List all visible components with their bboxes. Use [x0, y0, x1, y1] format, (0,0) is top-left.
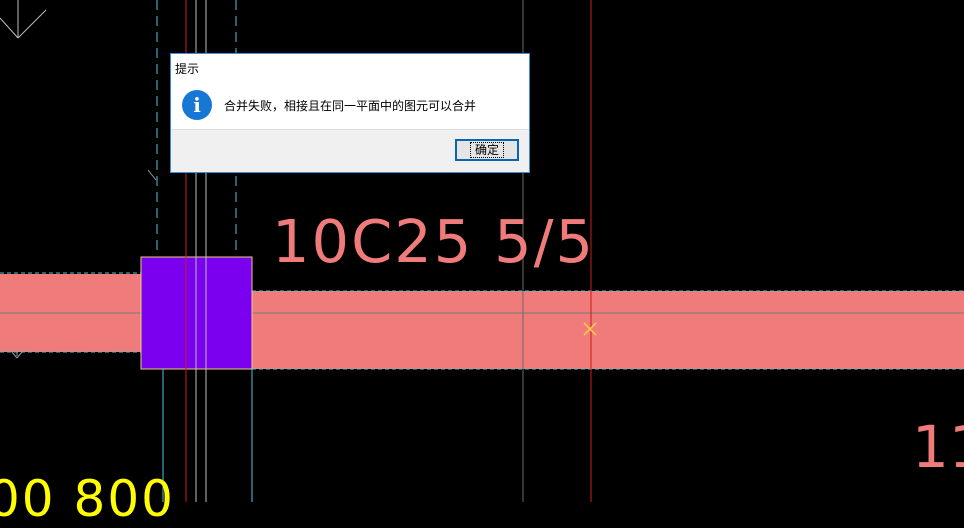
- dimension-text-right[interactable]: 11: [912, 418, 964, 476]
- dialog-title: 提示: [175, 62, 200, 76]
- arrow-marker: [0, 0, 47, 39]
- message-dialog: 提示 i 合并失败，相接且在同一平面中的图元可以合并 确定: [170, 53, 530, 173]
- dialog-message: 合并失败，相接且在同一平面中的图元可以合并: [224, 99, 477, 113]
- ok-button[interactable]: 确定: [455, 139, 519, 161]
- dimension-text-bottom[interactable]: 00 800: [0, 474, 175, 524]
- beam-right[interactable]: [252, 291, 964, 369]
- rebar-annotation[interactable]: 10C25 5/5: [272, 212, 595, 271]
- info-icon: i: [182, 90, 212, 120]
- dialog-footer: 确定: [171, 129, 529, 172]
- ok-button-label: 确定: [469, 142, 504, 158]
